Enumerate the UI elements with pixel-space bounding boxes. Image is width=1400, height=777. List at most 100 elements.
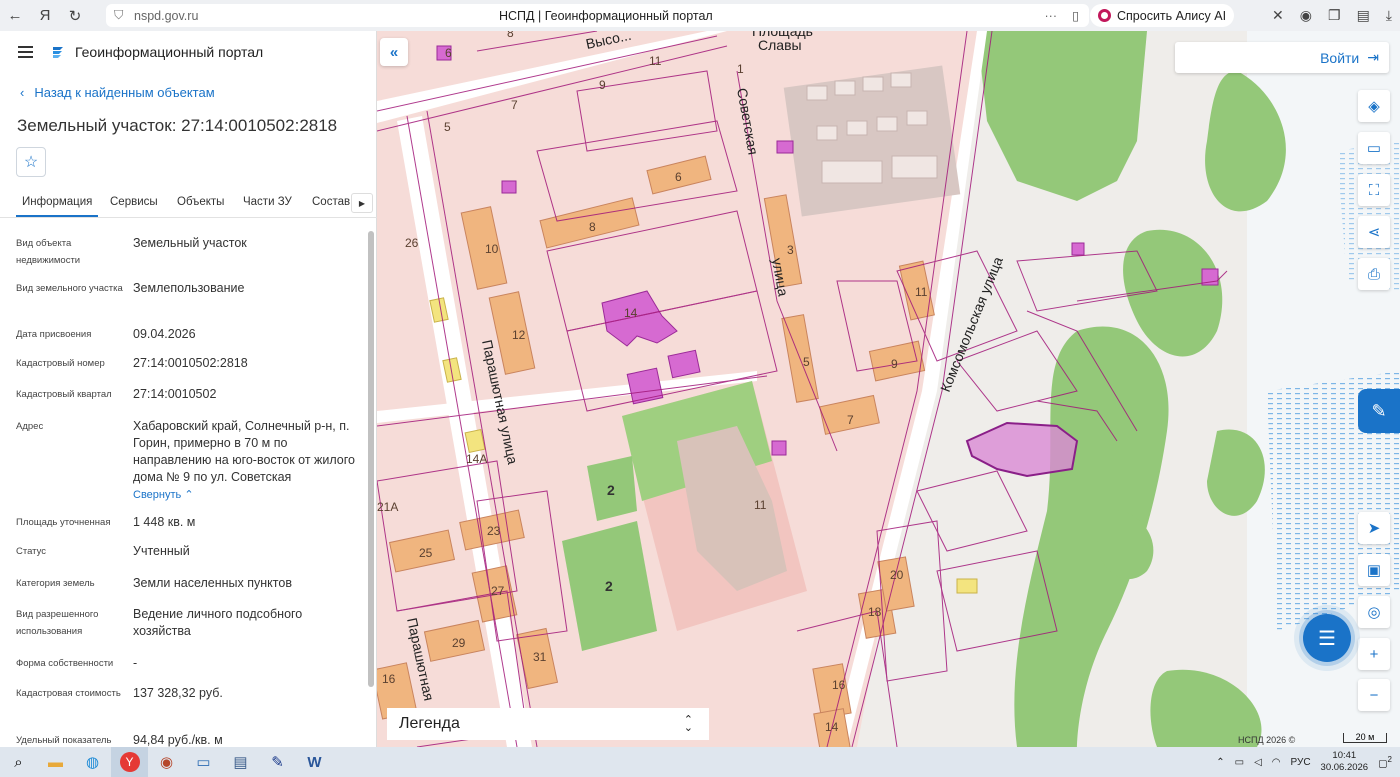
- svg-text:1: 1: [737, 62, 744, 76]
- svg-text:29: 29: [452, 636, 466, 650]
- back-to-results-link[interactable]: ‹ Назад к найденным объектам: [20, 85, 215, 100]
- collapse-panel-button[interactable]: «: [380, 38, 408, 66]
- svg-text:14: 14: [825, 720, 839, 734]
- zoom-in-button[interactable]: +: [1358, 638, 1390, 670]
- chevron-updown-icon: ⌃ ⌄: [683, 714, 693, 734]
- svg-text:16: 16: [832, 678, 846, 692]
- map-canvas[interactable]: Советская улица Комсомольская улица Пара…: [377, 31, 1400, 747]
- map-attribution: НСПД 2026 ©: [1238, 735, 1296, 745]
- login-label: Войти: [1320, 49, 1360, 66]
- alice-label: Спросить Алису AI: [1117, 8, 1227, 23]
- login-icon: ⇥: [1367, 49, 1379, 65]
- chevron-up-icon: ⌃: [184, 489, 194, 501]
- chat-button[interactable]: ☰: [1303, 614, 1351, 662]
- alice-button[interactable]: Спросить Алису AI: [1090, 4, 1235, 27]
- svg-text:9: 9: [599, 78, 606, 92]
- chevron-left-icon: ‹: [20, 85, 25, 100]
- address-bar[interactable]: ⛉ nspd.gov.ru НСПД | Геоинформационный п…: [106, 4, 1089, 27]
- svg-text:7: 7: [511, 98, 518, 112]
- menu-icon[interactable]: [18, 46, 33, 58]
- wifi-icon[interactable]: ◠: [1272, 757, 1281, 768]
- tabs-scroll-right-button[interactable]: ▶: [351, 193, 373, 213]
- clock[interactable]: 10:41 30.06.2026: [1321, 750, 1369, 774]
- svg-text:3: 3: [787, 243, 794, 257]
- search-icon[interactable]: ⌕: [0, 747, 37, 777]
- measure-button[interactable]: ▭: [1358, 132, 1390, 164]
- notifications-icon[interactable]: ▢2: [1378, 755, 1392, 769]
- edge-icon[interactable]: ◍: [74, 747, 111, 777]
- info-panel: Геоинформационный портал ‹ Назад к найде…: [0, 31, 377, 747]
- star-icon: ☆: [23, 154, 39, 171]
- browser-toolbar: ← Я ↻ ⛉ nspd.gov.ru НСПД | Геоинформацио…: [0, 0, 1400, 31]
- select-area-button[interactable]: ⛶: [1358, 174, 1390, 206]
- print-button[interactable]: ⎙: [1358, 258, 1390, 290]
- keyboard-lang[interactable]: РУС: [1291, 757, 1311, 768]
- favorite-button[interactable]: ☆: [16, 147, 46, 177]
- svg-text:11: 11: [754, 498, 767, 512]
- layers-button[interactable]: ◈: [1358, 90, 1390, 122]
- bookmark-icon[interactable]: ▯: [1072, 8, 1079, 23]
- network-icon[interactable]: ▭: [1235, 757, 1244, 768]
- extension-icon[interactable]: ✕: [1272, 7, 1284, 24]
- double-chevron-left-icon: «: [389, 43, 399, 61]
- navigation-arrow-icon: ➤: [1367, 520, 1381, 537]
- tab-land-parts[interactable]: Части ЗУ: [243, 196, 292, 208]
- yandex-browser-icon[interactable]: Y: [111, 747, 148, 777]
- remote-icon[interactable]: ▤: [222, 747, 259, 777]
- tray-chevron-up-icon[interactable]: ⌃: [1216, 757, 1224, 768]
- editor-icon[interactable]: ✎: [259, 747, 296, 777]
- vpn-icon[interactable]: ◉: [1300, 7, 1312, 24]
- tab-objects[interactable]: Объекты: [177, 196, 224, 208]
- site-info-icon[interactable]: ⛉: [114, 8, 123, 23]
- tab-composition[interactable]: Состав: [312, 196, 350, 208]
- panel-scrollbar[interactable]: [368, 231, 374, 687]
- side-widget-button[interactable]: ✎: [1358, 389, 1400, 433]
- object-title: Земельный участок: 27:14:0010502:2818: [17, 116, 338, 135]
- tab-information[interactable]: Информация: [16, 196, 99, 217]
- file-explorer-icon[interactable]: ▬: [37, 747, 74, 777]
- back-arrow-icon[interactable]: ←: [0, 0, 30, 31]
- pdf-icon[interactable]: ▤: [1357, 7, 1370, 24]
- svg-text:25: 25: [419, 546, 433, 560]
- word-icon[interactable]: W: [296, 747, 333, 777]
- svg-text:16: 16: [382, 672, 396, 686]
- svg-text:18: 18: [868, 605, 882, 619]
- minimap-icon: ▣: [1366, 562, 1382, 579]
- clock-time: 10:41: [1332, 750, 1357, 761]
- portal-title: Геоинформационный портал: [75, 44, 264, 60]
- address-value: Хабаровский край, Солнечный р-н, п. Гори…: [133, 419, 355, 484]
- reload-icon[interactable]: ↻: [60, 0, 90, 31]
- gosuslugi-icon: ✎: [1371, 400, 1387, 421]
- os-taskbar: ⌕ ▬ ◍ Y ◉ ▭ ▤ ✎ W ⌃ ▭ ◁ ◠ РУС 10:41 30.0…: [0, 747, 1400, 777]
- svg-text:23: 23: [487, 524, 501, 538]
- share-icon: ⋖: [1367, 224, 1381, 241]
- svg-text:2: 2: [605, 578, 613, 594]
- notification-count: 2: [1387, 754, 1392, 764]
- svg-text:21А: 21А: [377, 500, 398, 514]
- download-icon[interactable]: ⤓: [1386, 7, 1392, 24]
- collapse-link[interactable]: Свернуть ⌃: [133, 489, 194, 501]
- more-icon[interactable]: ···: [1045, 9, 1058, 23]
- login-button[interactable]: Войти ⇥: [1175, 42, 1389, 73]
- chat-icon: ☰: [1318, 627, 1336, 650]
- url-text: nspd.gov.ru: [134, 8, 199, 23]
- target-button[interactable]: ◎: [1358, 596, 1390, 628]
- select-area-icon: ⛶: [1368, 181, 1380, 199]
- svg-text:27: 27: [491, 584, 505, 598]
- mail-icon[interactable]: ▭: [185, 747, 222, 777]
- volume-icon[interactable]: ◁: [1254, 757, 1262, 768]
- zoom-out-button[interactable]: −: [1358, 679, 1390, 711]
- legend-dropdown[interactable]: Легенда ⌃ ⌄: [387, 708, 709, 740]
- alice-icon: [1098, 9, 1111, 22]
- app-icon[interactable]: ◉: [148, 747, 185, 777]
- tab-services[interactable]: Сервисы: [110, 196, 158, 208]
- map-layer: Советская улица Комсомольская улица Пара…: [377, 31, 1400, 747]
- geolocate-button[interactable]: ➤: [1358, 512, 1390, 544]
- share-button[interactable]: ⋖: [1358, 216, 1390, 248]
- yandex-icon[interactable]: Я: [30, 0, 60, 31]
- svg-text:11: 11: [915, 285, 928, 299]
- target-icon: ◎: [1367, 604, 1381, 621]
- collections-icon[interactable]: ❐: [1328, 7, 1341, 24]
- svg-text:5: 5: [803, 355, 810, 369]
- minimap-button[interactable]: ▣: [1358, 554, 1390, 586]
